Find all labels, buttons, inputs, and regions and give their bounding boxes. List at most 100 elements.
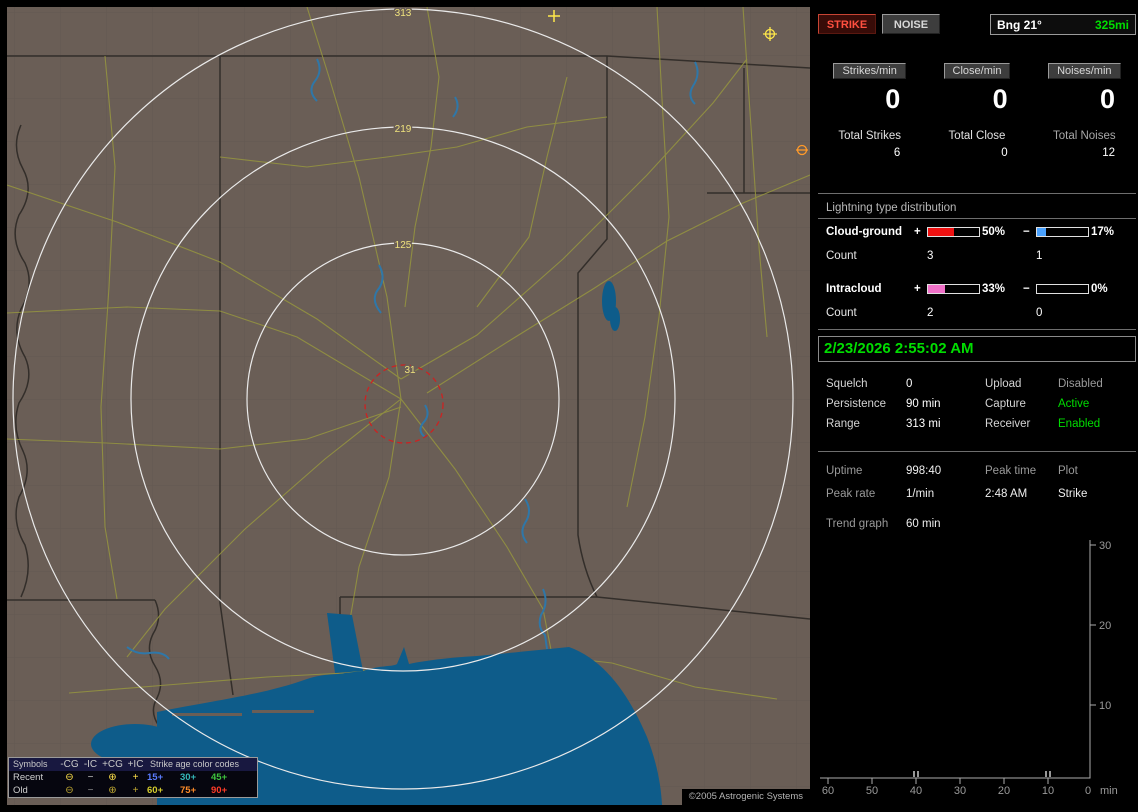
legend-row-recent: Recent ⊖ − ⊕ + 15+ 30+ 45+ — [9, 771, 257, 784]
legend-row-label: Old — [13, 785, 28, 796]
pos-ic-recent-icon: + — [132, 772, 139, 783]
pos-ic-old-icon: + — [132, 785, 139, 796]
legend-col-pos-cg: +CG — [102, 759, 123, 770]
trend-graph-label: Trend graph — [826, 518, 889, 530]
status-row: Persistence 90 min Capture Active — [826, 397, 1136, 411]
plus-sign: + — [914, 226, 921, 238]
peak-rate-value: 1/min — [906, 488, 935, 500]
persistence-label: Persistence — [826, 398, 887, 410]
neg-ic-recent-icon: − — [87, 772, 94, 783]
minus-sign: − — [1023, 226, 1030, 238]
bearing-label: Bng 21° — [997, 17, 1042, 32]
rate-values-row: 0 0 0 — [816, 84, 1138, 115]
bearing-display: Bng 21° 325mi — [990, 14, 1136, 35]
neg-ic-old-icon: − — [87, 785, 94, 796]
x-tick-30: 30 — [954, 785, 966, 797]
x-axis-unit: min — [1100, 785, 1118, 797]
x-tick-50: 50 — [866, 785, 878, 797]
total-strikes-value: 6 — [893, 147, 901, 159]
total-strikes-label: Total Strikes — [838, 130, 901, 142]
ic-positive-percent: 33% — [982, 283, 1006, 295]
peak-time-value: 2:48 AM — [985, 488, 1028, 500]
x-tick-10: 10 — [1042, 785, 1054, 797]
trend-event-marks — [913, 771, 1051, 777]
ic-positive-gauge-fill — [928, 285, 945, 293]
legend-row-old: Old ⊖ − ⊕ + 60+ 75+ 90+ — [9, 784, 257, 797]
cloud-ground-count-row: Count 3 1 — [826, 249, 1134, 263]
peak-rate-label: Peak rate — [826, 488, 876, 500]
pos-cg-old-icon: ⊕ — [108, 785, 117, 796]
legend-header: Symbols -CG -IC +CG +IC Strike age color… — [9, 758, 257, 771]
age-code: 45+ — [211, 772, 228, 783]
trend-graph-value: 60 min — [906, 518, 941, 530]
ic-positive-count: 2 — [927, 307, 934, 319]
cg-negative-percent: 17% — [1091, 226, 1115, 238]
cg-positive-count: 3 — [927, 250, 934, 262]
cg-negative-gauge-fill — [1037, 228, 1046, 236]
cg-negative-gauge — [1036, 227, 1089, 237]
info-row: Uptime 998:40 Peak time Plot — [826, 464, 1136, 478]
distribution-title: Lightning type distribution — [826, 202, 957, 214]
total-noises-value: 12 — [1102, 147, 1115, 159]
x-tick-0: 0 — [1085, 785, 1091, 797]
app-window: 313 219 125 31 Symbols -CG -IC +CG +IC S… — [0, 0, 1138, 812]
plot-value: Strike — [1058, 488, 1088, 500]
strike-mode-button[interactable]: STRIKE — [818, 14, 876, 34]
range-value: 313 mi — [906, 418, 941, 430]
y-tick-30: 30 — [1099, 540, 1111, 552]
squelch-label: Squelch — [826, 378, 868, 390]
info-row: Peak rate 1/min 2:48 AM Strike — [826, 487, 1136, 501]
noise-mode-button[interactable]: NOISE — [882, 14, 940, 34]
receiver-label: Receiver — [985, 418, 1031, 430]
legend-col-pos-ic: +IC — [127, 759, 144, 770]
status-panel: STRIKE NOISE Bng 21° 325mi Strikes/min C… — [816, 0, 1138, 812]
cg-positive-gauge — [927, 227, 980, 237]
cg-positive-percent: 50% — [982, 226, 1006, 238]
minus-sign: − — [1023, 283, 1030, 295]
total-close-value: 0 — [1001, 147, 1008, 159]
cg-negative-count: 1 — [1036, 250, 1043, 262]
intracloud-count-row: Count 2 0 — [826, 306, 1134, 320]
clock-display: 2/23/2026 2:55:02 AM — [818, 336, 1136, 362]
noises-per-min-value: 0 — [1099, 84, 1115, 114]
count-label: Count — [826, 250, 857, 262]
age-code: 60+ — [147, 785, 164, 796]
trend-graph-row: Trend graph 60 min — [826, 517, 1136, 531]
x-tick-20: 20 — [998, 785, 1010, 797]
ring-label-31: 31 — [404, 365, 416, 376]
neg-cg-recent-icon: ⊖ — [65, 772, 74, 783]
close-per-min-button[interactable]: Close/min — [943, 63, 1011, 79]
plus-sign: + — [914, 283, 921, 295]
trend-graph: 30 20 10 60 50 40 30 20 10 0 min — [820, 540, 1118, 797]
divider — [818, 451, 1136, 452]
x-tick-40: 40 — [910, 785, 922, 797]
plot-label: Plot — [1058, 465, 1078, 477]
y-tick-20: 20 — [1099, 620, 1111, 632]
ic-negative-count: 0 — [1036, 307, 1043, 319]
total-close-label: Total Close — [948, 130, 1006, 142]
total-noises-label: Total Noises — [1053, 130, 1116, 142]
age-code: 30+ — [180, 772, 197, 783]
map-canvas: 313 219 125 31 — [7, 7, 810, 805]
uptime-label: Uptime — [826, 465, 863, 477]
capture-status: Active — [1058, 398, 1090, 410]
status-row: Squelch 0 Upload Disabled — [826, 377, 1136, 391]
ic-positive-gauge — [927, 284, 980, 294]
noises-per-min-button[interactable]: Noises/min — [1048, 63, 1121, 79]
cloud-ground-row: Cloud-ground + 50% − 17% — [826, 225, 1134, 239]
ring-label-313: 313 — [395, 8, 412, 19]
map-legend: Symbols -CG -IC +CG +IC Strike age color… — [8, 757, 258, 798]
map-display[interactable]: 313 219 125 31 Symbols -CG -IC +CG +IC S… — [7, 7, 810, 805]
ic-negative-percent: 0% — [1091, 283, 1108, 295]
divider — [818, 329, 1136, 330]
pos-cg-recent-icon: ⊕ — [108, 772, 117, 783]
upload-status: Disabled — [1058, 378, 1103, 390]
divider — [818, 218, 1136, 219]
age-code: 75+ — [180, 785, 197, 796]
receiver-status: Enabled — [1058, 418, 1101, 430]
rate-buttons-row: Strikes/min Close/min Noises/min — [816, 63, 1138, 79]
ring-label-125: 125 — [395, 240, 412, 251]
strikes-per-min-button[interactable]: Strikes/min — [833, 63, 906, 79]
bearing-range: 325mi — [1094, 17, 1129, 32]
copyright-text: ©2005 Astrogenic Systems — [681, 789, 810, 805]
